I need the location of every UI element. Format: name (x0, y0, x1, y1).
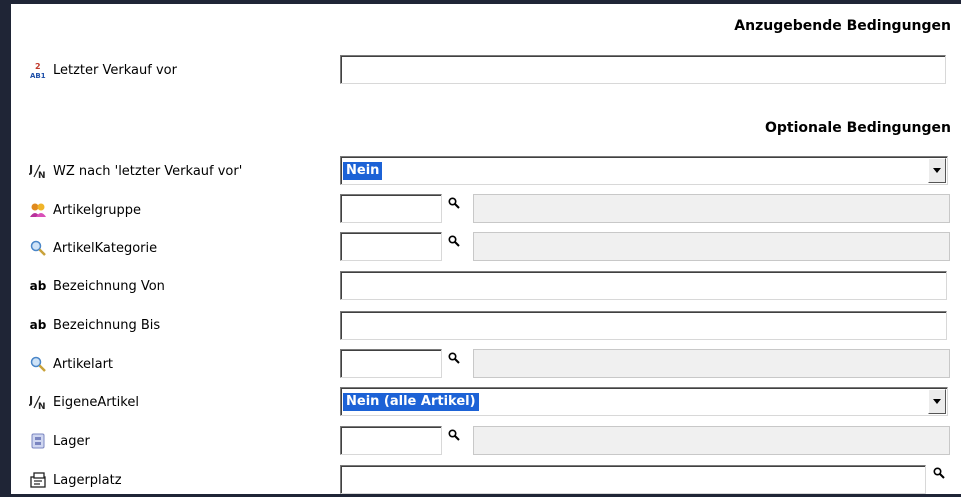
chevron-down-icon (933, 168, 941, 173)
row-name-from: ab Bezeichnung Von (11, 269, 961, 303)
row-wz-after: JN WZ nach 'letzter Verkauf vor' Nein (11, 154, 961, 188)
warehouse-description (473, 426, 950, 455)
last-sale-label: Letzter Verkauf vor (53, 62, 177, 78)
article-group-code-input[interactable] (340, 194, 442, 223)
yes-no-icon: JN (29, 162, 47, 180)
storage-location-label: Lagerplatz (53, 472, 122, 488)
text-ab-icon: ab (29, 318, 47, 332)
group-icon (29, 201, 47, 219)
svg-text:2: 2 (35, 62, 41, 71)
article-type-code-input[interactable] (340, 349, 442, 378)
warehouse-label: Lager (53, 433, 90, 449)
svg-text:J: J (29, 394, 33, 407)
article-category-description (473, 232, 950, 261)
name-from-input[interactable] (340, 271, 947, 300)
own-articles-dropdown-button[interactable] (928, 389, 946, 414)
own-articles-select[interactable]: Nein (alle Artikel) (340, 387, 948, 416)
article-type-description (473, 349, 950, 378)
storage-location-search-icon[interactable] (933, 467, 945, 479)
warehouse-search-icon[interactable] (448, 429, 460, 441)
sort-numbers-icon: 2 AB1 (29, 61, 47, 79)
svg-text:AB1: AB1 (30, 72, 46, 79)
svg-text:N: N (38, 171, 46, 180)
article-group-description (473, 194, 950, 223)
svg-text:N: N (38, 402, 46, 411)
row-storage-location: Lagerplatz (11, 463, 961, 497)
article-type-search-icon[interactable] (448, 352, 460, 364)
row-warehouse: Lager (11, 424, 961, 458)
wz-after-select[interactable]: Nein (340, 156, 948, 185)
magnifier-icon (29, 239, 47, 257)
row-own-articles: JN EigeneArtikel Nein (alle Artikel) (11, 385, 961, 419)
required-conditions-heading: Anzugebende Bedingungen (734, 18, 951, 34)
text-ab-icon: ab (29, 279, 47, 293)
row-name-to: ab Bezeichnung Bis (11, 308, 961, 342)
name-to-label: Bezeichnung Bis (53, 317, 161, 333)
article-group-search-icon[interactable] (448, 197, 460, 209)
own-articles-label: EigeneArtikel (53, 394, 139, 410)
last-sale-input[interactable] (340, 55, 946, 84)
svg-text:J: J (29, 163, 33, 176)
wz-after-label: WZ nach 'letzter Verkauf vor' (53, 163, 243, 179)
storage-location-icon (29, 471, 47, 489)
optional-conditions-heading: Optionale Bedingungen (764, 120, 951, 136)
own-articles-selected-value: Nein (alle Artikel) (342, 392, 480, 412)
row-last-sale: 2 AB1 Letzter Verkauf vor (11, 53, 961, 87)
wz-after-selected-value: Nein (341, 161, 384, 181)
article-type-label: Artikelart (53, 356, 114, 372)
article-category-code-input[interactable] (340, 232, 442, 261)
warehouse-icon (29, 432, 47, 450)
article-category-search-icon[interactable] (448, 235, 460, 247)
filter-panel: Anzugebende Bedingungen 2 AB1 Letzter Ver… (11, 4, 961, 494)
chevron-down-icon (933, 399, 941, 404)
yes-no-icon: JN (29, 393, 47, 411)
name-to-input[interactable] (340, 311, 947, 340)
row-article-group: Artikelgruppe (11, 193, 961, 227)
warehouse-code-input[interactable] (340, 426, 442, 455)
article-group-label: Artikelgruppe (53, 202, 141, 218)
name-from-label: Bezeichnung Von (53, 278, 165, 294)
row-article-type: Artikelart (11, 347, 961, 381)
wz-after-dropdown-button[interactable] (928, 158, 946, 183)
row-article-category: ArtikelKategorie (11, 231, 961, 265)
storage-location-input[interactable] (340, 465, 926, 494)
article-category-label: ArtikelKategorie (53, 240, 158, 256)
magnifier-icon (29, 355, 47, 373)
